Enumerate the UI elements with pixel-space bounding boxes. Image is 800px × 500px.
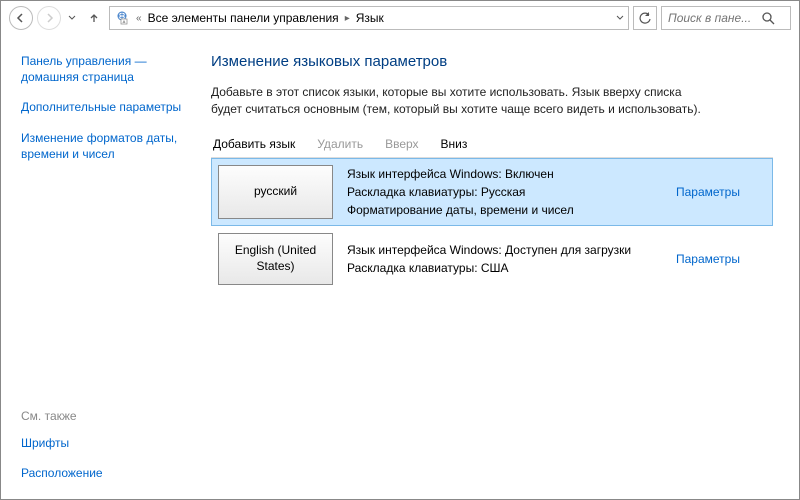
main-panel: Изменение языковых параметров Добавьте в… — [201, 35, 799, 499]
breadcrumb-path[interactable]: A « Все элементы панели управления ▸ Язы… — [109, 6, 629, 30]
sidebar-link-home[interactable]: Панель управления — домашняя страница — [21, 53, 191, 85]
chevron-down-icon — [68, 14, 76, 22]
sidebar-link-location[interactable]: Расположение — [21, 465, 191, 481]
chevron-down-icon[interactable] — [616, 14, 624, 22]
sidebar: Панель управления — домашняя страница До… — [1, 35, 201, 499]
refresh-button[interactable] — [633, 6, 657, 30]
up-button[interactable] — [83, 7, 105, 29]
back-button[interactable] — [9, 6, 33, 30]
language-row[interactable]: English (United States) Язык интерфейса … — [211, 226, 773, 292]
page-title: Изменение языковых параметров — [211, 53, 773, 70]
move-down-button[interactable]: Вниз — [441, 137, 468, 151]
language-icon: A — [114, 10, 130, 26]
breadcrumb-segment[interactable]: Все элементы панели управления — [148, 11, 339, 25]
sidebar-link-fonts[interactable]: Шрифты — [21, 435, 191, 451]
refresh-icon — [639, 12, 652, 25]
search-icon — [762, 12, 775, 25]
move-up-button[interactable]: Вверх — [385, 137, 418, 151]
arrow-right-icon — [43, 12, 55, 24]
control-panel-window: A « Все элементы панели управления ▸ Язы… — [0, 0, 800, 500]
chevron-icon: « — [134, 13, 144, 24]
language-options-cell: Параметры — [676, 233, 766, 285]
svg-text:A: A — [123, 19, 126, 24]
add-language-button[interactable]: Добавить язык — [213, 137, 295, 151]
language-info: Язык интерфейса Windows: Доступен для за… — [347, 233, 662, 285]
address-bar: A « Все элементы панели управления ▸ Язы… — [1, 1, 799, 35]
language-detail: Язык интерфейса Windows: Включен — [347, 165, 662, 183]
options-link[interactable]: Параметры — [676, 185, 740, 199]
history-dropdown[interactable] — [65, 6, 79, 30]
language-row[interactable]: русский Язык интерфейса Windows: Включен… — [211, 158, 773, 226]
language-detail: Раскладка клавиатуры: США — [347, 259, 662, 277]
forward-button[interactable] — [37, 6, 61, 30]
language-info: Язык интерфейса Windows: Включен Расклад… — [347, 165, 662, 219]
arrow-left-icon — [15, 12, 27, 24]
language-detail: Раскладка клавиатуры: Русская — [347, 183, 662, 201]
search-box[interactable] — [661, 6, 791, 30]
sidebar-link-formats[interactable]: Изменение форматов даты, времени и чисел — [21, 130, 191, 162]
options-link[interactable]: Параметры — [676, 252, 740, 266]
language-tag: русский — [218, 165, 333, 219]
language-detail: Язык интерфейса Windows: Доступен для за… — [347, 241, 662, 259]
sidebar-link-advanced[interactable]: Дополнительные параметры — [21, 99, 191, 115]
arrow-up-icon — [87, 11, 101, 25]
page-description: Добавьте в этот список языки, которые вы… — [211, 84, 711, 119]
remove-button[interactable]: Удалить — [317, 137, 363, 151]
language-list: русский Язык интерфейса Windows: Включен… — [211, 157, 773, 292]
language-toolbar: Добавить язык Удалить Вверх Вниз — [211, 137, 773, 151]
chevron-right-icon: ▸ — [343, 13, 352, 24]
language-options-cell: Параметры — [676, 165, 766, 219]
breadcrumb-segment[interactable]: Язык — [356, 11, 384, 25]
see-also-heading: См. также — [21, 409, 201, 423]
language-detail: Форматирование даты, времени и чисел — [347, 201, 662, 219]
window-body: Панель управления — домашняя страница До… — [1, 35, 799, 499]
language-tag: English (United States) — [218, 233, 333, 285]
search-input[interactable] — [668, 11, 758, 25]
